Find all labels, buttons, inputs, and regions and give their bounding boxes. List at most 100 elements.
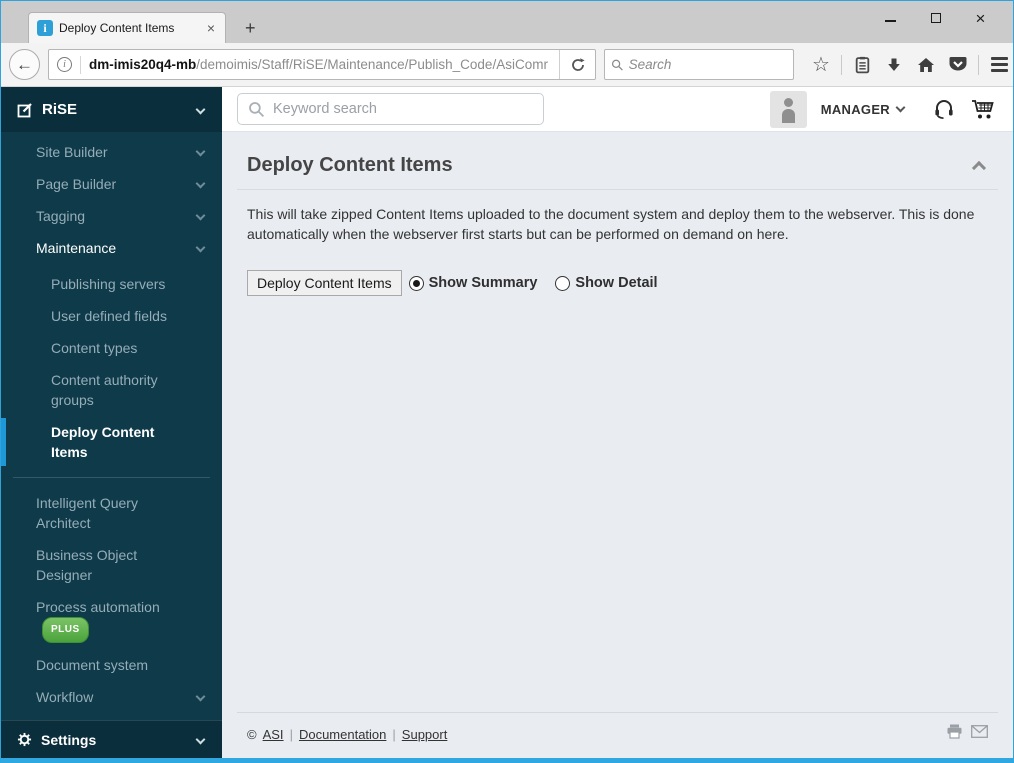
chevron-down-icon [895, 102, 906, 113]
app-area: RiSE Site Builder Page Builder Tagging M… [1, 87, 1013, 758]
browser-window: i Deploy Content Items × + × ← i dm-imis… [0, 0, 1014, 763]
collapse-chevron-up-icon[interactable] [971, 160, 987, 175]
home-icon [918, 57, 934, 72]
pocket-icon [949, 57, 967, 71]
plus-badge: PLUS [42, 617, 89, 643]
support-button[interactable] [932, 97, 956, 121]
footer-link-support[interactable]: Support [402, 727, 448, 742]
sidebar-item-content-types[interactable]: Content types [1, 332, 222, 364]
url-bar[interactable]: i dm-imis20q4-mb/demoimis/Staff/RiSE/Mai… [48, 49, 596, 80]
sidebar-item-label: Site Builder [36, 144, 108, 160]
keyword-search[interactable] [237, 93, 544, 125]
toolbar-icons: ☆ [806, 50, 1013, 80]
radio-selected-icon[interactable] [408, 275, 424, 291]
sidebar-item-label: Publishing servers [51, 276, 166, 292]
home-button[interactable] [911, 50, 941, 80]
page-footer: © ASI | Documentation | Support [237, 712, 998, 758]
chevron-down-icon [195, 104, 206, 115]
bookmarks-menu-button[interactable] [847, 50, 877, 80]
sidebar-item-process-automation[interactable]: Process automation PLUS [1, 591, 222, 649]
download-arrow-icon [888, 58, 900, 71]
sidebar-nav: Site Builder Page Builder Tagging Mainte… [1, 132, 222, 720]
avatar[interactable] [769, 90, 807, 128]
settings-label: Settings [41, 731, 97, 748]
chevron-down-icon [195, 242, 206, 253]
page-title: Deploy Content Items [247, 154, 453, 176]
sidebar-header-label: RiSE [42, 101, 78, 118]
topbar-right: MANAGER [769, 90, 998, 128]
footer-link-asi[interactable]: ASI [263, 727, 284, 742]
new-tab-button[interactable]: + [237, 18, 264, 39]
hamburger-icon [990, 57, 1008, 72]
sidebar-item-label: Content types [51, 340, 138, 356]
compose-icon [17, 102, 32, 117]
sidebar-item-user-defined-fields[interactable]: User defined fields [1, 300, 222, 332]
toolbar-separator [841, 54, 842, 75]
user-menu[interactable]: MANAGER [820, 101, 906, 117]
footer-separator: | [289, 726, 293, 742]
avatar-person-icon [783, 97, 793, 107]
sidebar-item-label: Process automation [36, 599, 160, 615]
sidebar-item-deploy-content-items[interactable]: Deploy Content Items [1, 416, 222, 468]
sidebar-item-task-viewer[interactable]: Task viewer [1, 713, 222, 720]
email-button[interactable] [971, 725, 988, 743]
radio-unselected-icon[interactable] [555, 275, 571, 291]
print-button[interactable] [946, 724, 963, 744]
sidebar-item-content-authority-groups[interactable]: Content authority groups [1, 364, 222, 416]
sidebar-item-page-builder[interactable]: Page Builder [1, 168, 222, 200]
url-domain: dm-imis20q4-mb [89, 57, 197, 72]
footer-link-documentation[interactable]: Documentation [299, 727, 386, 742]
chevron-down-icon [195, 734, 206, 745]
panel-spacer [237, 296, 998, 712]
radio-show-detail[interactable]: Show Detail [555, 275, 658, 291]
sidebar-item-maintenance[interactable]: Maintenance [1, 232, 222, 264]
cart-button[interactable] [970, 97, 998, 121]
radio-label: Show Detail [575, 275, 658, 291]
reload-button[interactable] [559, 50, 595, 79]
sidebar-item-label: Intelligent Query Architect [36, 495, 138, 531]
minimize-icon [885, 20, 896, 22]
deploy-panel: Deploy Content Items This will take zipp… [222, 132, 1013, 758]
maximize-button[interactable] [913, 5, 958, 31]
menu-button[interactable] [984, 50, 1013, 80]
browser-search-input[interactable] [628, 57, 787, 72]
tab-close-icon[interactable]: × [205, 20, 217, 36]
minimize-button[interactable] [868, 5, 913, 31]
sidebar-item-label: Page Builder [36, 176, 117, 192]
sidebar-item-document-system[interactable]: Document system [1, 649, 222, 681]
radio-group: Show Summary Show Detail [408, 275, 658, 291]
browser-search[interactable] [604, 49, 794, 80]
search-icon [611, 59, 623, 71]
pocket-button[interactable] [943, 50, 973, 80]
gear-icon [17, 732, 32, 747]
sidebar-item-business-object-designer[interactable]: Business Object Designer [1, 539, 222, 591]
chevron-down-icon [195, 210, 206, 221]
url-path: /demoimis/Staff/RiSE/Maintenance/Publish… [196, 57, 548, 72]
sidebar-item-workflow[interactable]: Workflow [1, 681, 222, 713]
downloads-button[interactable] [879, 50, 909, 80]
sidebar-item-publishing-servers[interactable]: Publishing servers [1, 268, 222, 300]
chevron-down-icon [195, 691, 206, 702]
info-icon[interactable]: i [57, 57, 72, 72]
cart-icon [972, 100, 994, 119]
close-button[interactable]: × [958, 5, 1003, 31]
sidebar-item-intelligent-query-architect[interactable]: Intelligent Query Architect [1, 487, 222, 539]
keyword-search-input[interactable] [273, 101, 533, 117]
sidebar-header-rise[interactable]: RiSE [1, 87, 222, 132]
deploy-controls: Deploy Content Items Show Summary Show D… [247, 270, 988, 296]
back-button[interactable]: ← [9, 49, 40, 80]
url-separator [80, 55, 81, 74]
deploy-content-items-button[interactable]: Deploy Content Items [247, 270, 402, 296]
sidebar-settings[interactable]: Settings [1, 720, 222, 758]
panel-description: This will take zipped Content Items uplo… [247, 206, 975, 242]
user-name: MANAGER [820, 101, 890, 117]
footer-icons [946, 724, 988, 744]
window-controls: × [868, 5, 1003, 31]
copyright-symbol: © [247, 726, 257, 742]
bookmark-star-button[interactable]: ☆ [806, 50, 836, 80]
browser-tab[interactable]: i Deploy Content Items × [28, 12, 226, 43]
radio-show-summary[interactable]: Show Summary [408, 275, 537, 291]
title-bar: i Deploy Content Items × + × [1, 1, 1013, 43]
sidebar-item-site-builder[interactable]: Site Builder [1, 136, 222, 168]
sidebar-item-tagging[interactable]: Tagging [1, 200, 222, 232]
